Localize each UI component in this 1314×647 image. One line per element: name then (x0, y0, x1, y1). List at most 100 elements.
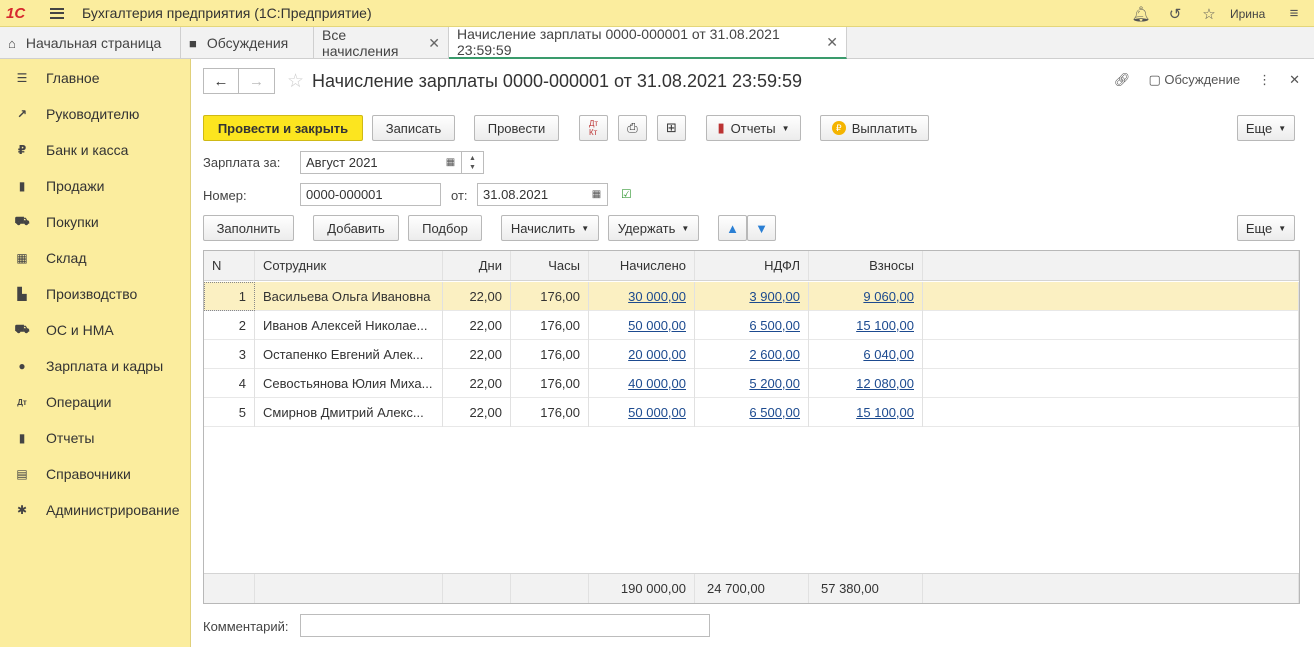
column-header[interactable]: N (204, 251, 255, 280)
cell-accrued[interactable]: 50 000,00 (628, 405, 686, 420)
favorite-star-icon[interactable]: ☆ (287, 70, 304, 93)
table-cell[interactable]: 9 060,00 (809, 282, 923, 311)
table-cell[interactable] (923, 398, 1299, 427)
calendar-icon[interactable]: ▦ (440, 151, 462, 174)
comment-field[interactable] (300, 614, 710, 637)
table-cell[interactable]: 12 080,00 (809, 369, 923, 398)
sidebar-item[interactable]: ▤ Справочники (0, 456, 190, 492)
column-header[interactable]: Сотрудник (255, 251, 443, 280)
close-icon[interactable]: ✕ (826, 34, 838, 51)
salary-period-field[interactable]: Август 2021 (300, 151, 441, 174)
bell-icon[interactable]: 🔔︎ (1124, 5, 1158, 23)
more-actions-icon[interactable]: ⋮ (1258, 72, 1271, 88)
table-cell[interactable]: 22,00 (443, 340, 511, 369)
close-icon[interactable]: ✕ (1289, 72, 1300, 88)
sidebar-item[interactable]: ₽ Банк и касса (0, 132, 190, 168)
accruals-table[interactable]: N Сотрудник Дни Часы Начислено НДФЛ Взносы 1 Ва… (203, 250, 1300, 604)
sidebar-item[interactable]: ▮ Продажи (0, 168, 190, 204)
column-header[interactable]: Взносы (809, 251, 923, 280)
table-cell[interactable]: 2 600,00 (695, 340, 809, 369)
table-cell[interactable]: 50 000,00 (589, 311, 695, 340)
sidebar-item[interactable]: ↗ Руководителю (0, 96, 190, 132)
table-cell[interactable]: 22,00 (443, 282, 511, 311)
table-cell[interactable]: 20 000,00 (589, 340, 695, 369)
table-row[interactable]: 2 Иванов Алексей Николае... 22,00 176,00 50 … (204, 311, 1299, 340)
table-cell[interactable]: 6 040,00 (809, 340, 923, 369)
table-cell[interactable] (923, 340, 1299, 369)
table-cell[interactable]: 22,00 (443, 369, 511, 398)
date-field[interactable]: 31.08.2021 (477, 183, 587, 206)
table-cell[interactable] (923, 311, 1299, 340)
app-logo[interactable]: 1С (6, 5, 38, 22)
attach-button[interactable]: ⎙ (618, 115, 647, 141)
table-row[interactable]: 1 Васильева Ольга Ивановна 22,00 176,00 30 0… (204, 282, 1299, 311)
table-cell[interactable]: 22,00 (443, 398, 511, 427)
table-cell[interactable]: Васильева Ольга Ивановна (255, 282, 443, 311)
table-cell[interactable]: 50 000,00 (589, 398, 695, 427)
cell-contrib[interactable]: 9 060,00 (863, 289, 914, 304)
table-cell[interactable]: 3 (204, 340, 255, 369)
history-icon[interactable]: ↺ (1158, 5, 1192, 23)
table-cell[interactable]: Смирнов Дмитрий Алекс... (255, 398, 443, 427)
save-button[interactable]: Записать (372, 115, 455, 141)
main-menu-icon[interactable] (50, 7, 64, 19)
column-header[interactable]: НДФЛ (695, 251, 809, 280)
discussion-button[interactable]: ▢ Обсуждение (1148, 72, 1240, 88)
post-and-close-button[interactable]: Провести и закрыть (203, 115, 363, 141)
cell-accrued[interactable]: 30 000,00 (628, 289, 686, 304)
table-cell[interactable]: 1 (204, 282, 255, 311)
table-cell[interactable]: 176,00 (511, 311, 589, 340)
tab-all-accruals[interactable]: Все начисления ✕ (314, 27, 449, 59)
table-cell[interactable]: 176,00 (511, 340, 589, 369)
table-row[interactable]: 4 Севостьянова Юлия Миха... 22,00 176,00 40 … (204, 369, 1299, 398)
table-cell[interactable]: 176,00 (511, 398, 589, 427)
sidebar-item[interactable]: ▦ Склад (0, 240, 190, 276)
table-cell[interactable]: Остапенко Евгений Алек... (255, 340, 443, 369)
withhold-button[interactable]: Удержать ▼ (608, 215, 699, 241)
table-cell[interactable] (923, 282, 1299, 311)
table-cell[interactable] (923, 369, 1299, 398)
sidebar-item[interactable]: ☰ Главное (0, 60, 190, 96)
add-button[interactable]: Добавить (313, 215, 399, 241)
structure-button[interactable]: ⊞ (657, 115, 686, 141)
post-button[interactable]: Провести (474, 115, 559, 141)
table-more-button[interactable]: Еще ▼ (1237, 215, 1295, 241)
hamburger-settings-icon[interactable]: ≡ (1274, 5, 1314, 22)
column-header[interactable]: Часы (511, 251, 589, 280)
table-cell[interactable]: 15 100,00 (809, 311, 923, 340)
table-cell[interactable]: 176,00 (511, 282, 589, 311)
tab-discussions[interactable]: ■ Обсуждения (181, 27, 314, 59)
reports-button[interactable]: ▮ Отчеты ▼ (706, 115, 801, 141)
table-cell[interactable]: 40 000,00 (589, 369, 695, 398)
cell-accrued[interactable]: 20 000,00 (628, 347, 686, 362)
sidebar-item[interactable]: ● Зарплата и кадры (0, 348, 190, 384)
table-cell[interactable]: 6 500,00 (695, 398, 809, 427)
number-field[interactable]: 0000-000001 (300, 183, 441, 206)
move-down-button[interactable]: ▼ (747, 215, 776, 241)
select-button[interactable]: Подбор (408, 215, 482, 241)
check-document-icon[interactable]: ☑ (621, 187, 632, 201)
fill-button[interactable]: Заполнить (203, 215, 294, 241)
pay-button[interactable]: ₽ Выплатить (820, 115, 929, 141)
link-icon[interactable]: 🔗︎ (1114, 72, 1131, 88)
table-cell[interactable]: Иванов Алексей Николае... (255, 311, 443, 340)
accrue-button[interactable]: Начислить ▼ (501, 215, 599, 241)
table-cell[interactable]: 176,00 (511, 369, 589, 398)
period-stepper[interactable]: ▲ ▼ (462, 151, 484, 174)
tab-payroll-document[interactable]: Начисление зарплаты 0000-000001 от 31.08… (449, 26, 847, 59)
cell-ndfl[interactable]: 2 600,00 (749, 347, 800, 362)
table-cell[interactable]: 5 (204, 398, 255, 427)
table-row[interactable]: 5 Смирнов Дмитрий Алекс... 22,00 176,00 50 0… (204, 398, 1299, 427)
tab-home[interactable]: ⌂ Начальная страница (0, 27, 181, 59)
back-button[interactable]: ← (203, 68, 239, 94)
cell-contrib[interactable]: 15 100,00 (856, 318, 914, 333)
move-up-button[interactable]: ▲ (718, 215, 747, 241)
sidebar-item[interactable]: ▮ Отчеты (0, 420, 190, 456)
column-header[interactable]: Начислено (589, 251, 695, 280)
table-cell[interactable]: 5 200,00 (695, 369, 809, 398)
table-cell[interactable]: Севостьянова Юлия Миха... (255, 369, 443, 398)
cell-ndfl[interactable]: 3 900,00 (749, 289, 800, 304)
sidebar-item[interactable]: ✱ Администрирование (0, 492, 190, 528)
dt-kt-button[interactable]: Дт Кт (579, 115, 608, 141)
table-cell[interactable]: 30 000,00 (589, 282, 695, 311)
